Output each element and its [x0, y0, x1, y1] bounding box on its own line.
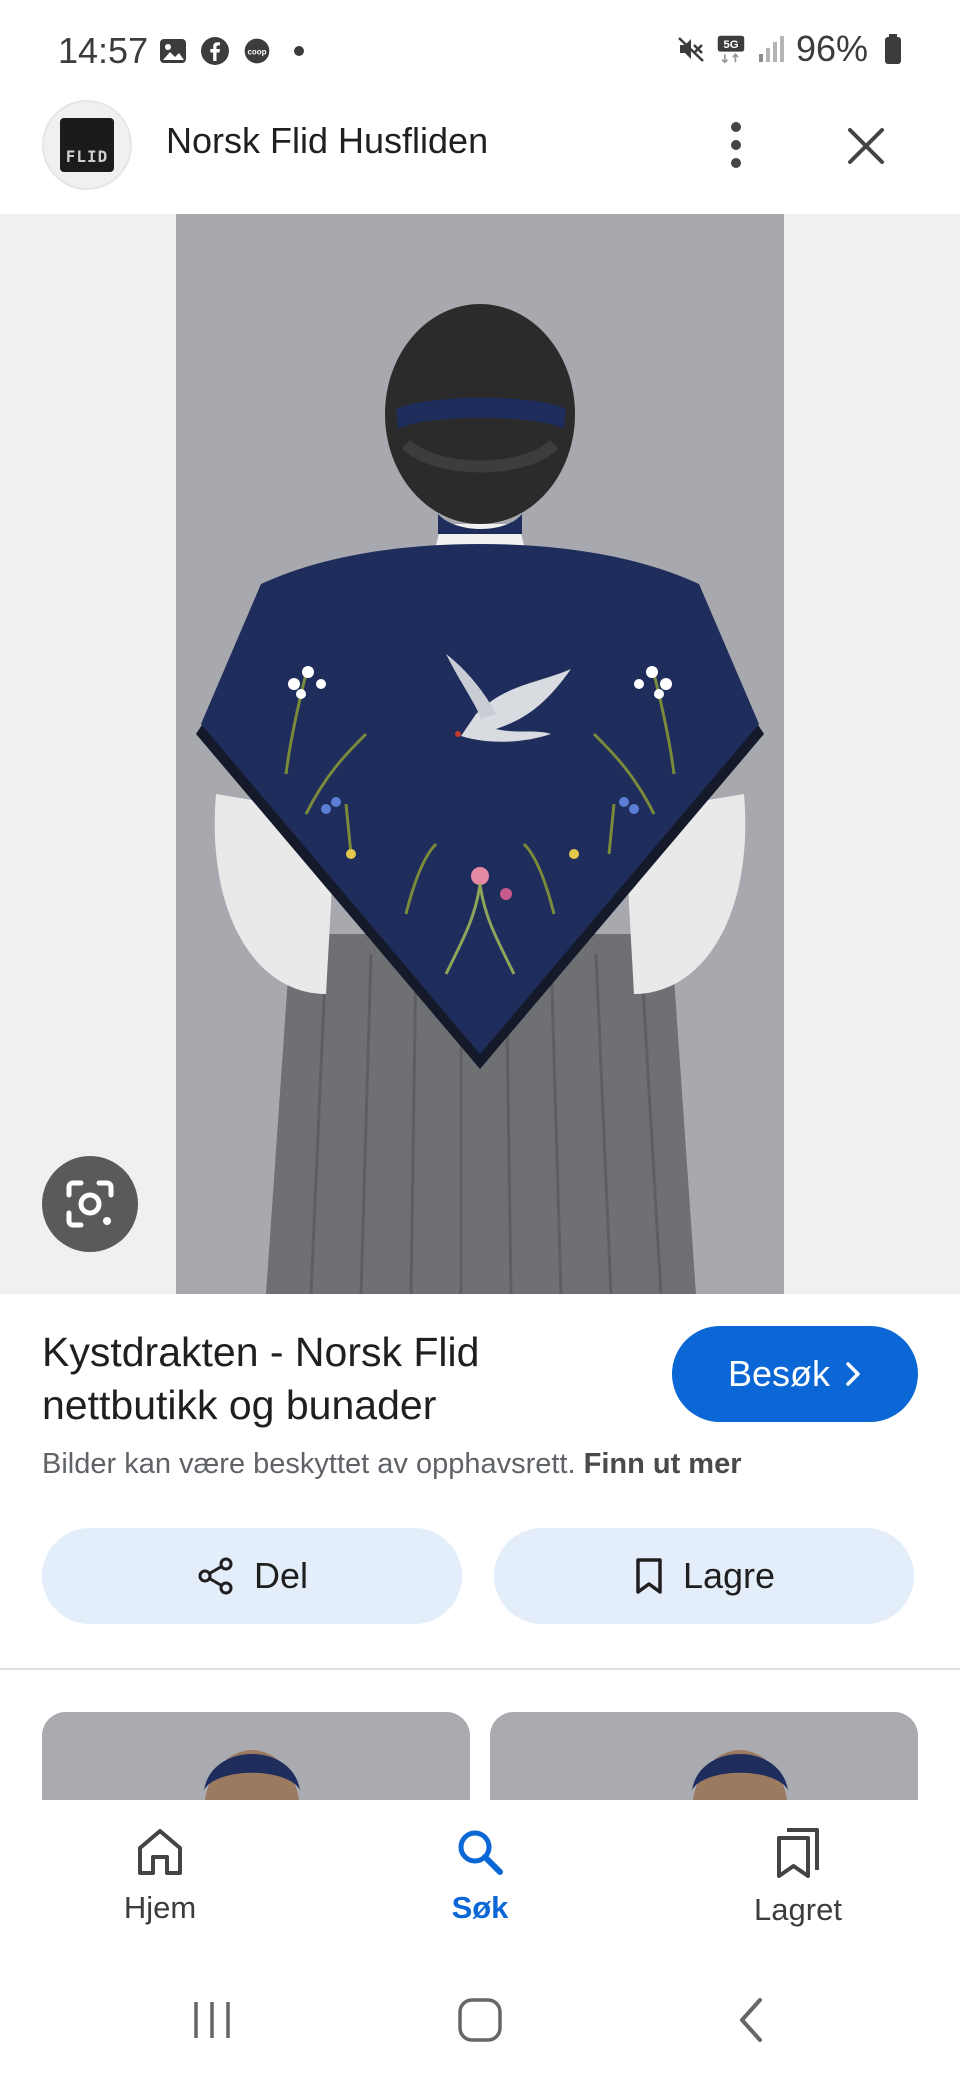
learn-more-link[interactable]: Finn ut mer	[584, 1448, 742, 1480]
save-label: Lagre	[682, 1555, 776, 1596]
copyright-notice: Bilder kan være beskyttet av opphavsrett…	[42, 1448, 742, 1481]
recent-apps-button[interactable]	[172, 1990, 252, 2050]
copyright-text: Bilder kan være beskyttet av opphavsrett…	[42, 1448, 576, 1480]
lens-icon	[66, 1180, 114, 1228]
nav-search[interactable]: Søk	[380, 1826, 580, 1946]
site-logo[interactable]: FLID	[42, 100, 132, 190]
home-system-button[interactable]	[440, 1990, 520, 2050]
battery-icon	[878, 34, 908, 64]
home-square-icon	[458, 1998, 502, 2042]
nav-saved-label: Lagret	[754, 1892, 842, 1927]
more-vert-icon	[731, 122, 741, 168]
network-label: 5G	[723, 39, 738, 51]
coop-icon: coop	[242, 36, 272, 66]
related-image-1[interactable]	[42, 1712, 470, 1812]
section-divider	[0, 1668, 960, 1670]
nav-home-label: Hjem	[123, 1890, 197, 1925]
close-button[interactable]	[838, 118, 894, 174]
battery-percent: 96%	[795, 28, 868, 69]
signal-icon	[756, 34, 786, 64]
back-button[interactable]	[712, 1990, 792, 2050]
bookmark-icon	[636, 1558, 662, 1594]
share-label: Del	[253, 1555, 309, 1596]
recent-apps-icon	[194, 2002, 230, 2038]
google-lens-button[interactable]	[42, 1156, 138, 1252]
mute-icon	[676, 34, 706, 64]
saved-icon	[777, 1828, 819, 1878]
related-photo	[490, 1712, 918, 1812]
save-button[interactable]: Lagre	[494, 1528, 914, 1624]
home-icon	[138, 1829, 182, 1875]
visit-label: Besøk	[727, 1353, 831, 1394]
status-time: 14:57	[58, 30, 149, 71]
related-photo	[42, 1712, 470, 1812]
back-icon	[740, 1998, 762, 2042]
site-logo-text: FLID	[60, 118, 114, 172]
gallery-icon	[158, 36, 188, 66]
share-button[interactable]: Del	[42, 1528, 462, 1624]
image-viewer[interactable]	[0, 214, 960, 1294]
result-title[interactable]: Kystdrakten - Norsk Flid nettbutikk og b…	[42, 1326, 602, 1432]
bottom-navigation: Hjem Søk Lagret	[0, 1800, 960, 1960]
status-bar: 14:57 coop 5G 96%	[0, 0, 960, 100]
notification-dot-icon	[284, 36, 314, 66]
related-image-2[interactable]	[490, 1712, 918, 1812]
share-icon	[198, 1557, 233, 1595]
bunad-photo	[176, 214, 784, 1294]
site-name[interactable]: Norsk Flid Husfliden	[166, 120, 488, 162]
chevron-right-icon	[846, 1362, 860, 1386]
nav-search-label: Søk	[451, 1890, 509, 1925]
more-options-button[interactable]	[714, 110, 758, 180]
visit-button[interactable]: Besøk	[672, 1326, 918, 1422]
system-navigation-bar	[0, 1960, 960, 2080]
nav-saved[interactable]: Lagret	[698, 1826, 898, 1946]
close-icon	[848, 128, 884, 164]
5g-icon: 5G	[716, 34, 746, 64]
status-left-icons: coop	[158, 36, 314, 66]
search-icon	[458, 1830, 503, 1875]
status-right: 5G 96%	[676, 28, 908, 70]
nav-home[interactable]: Hjem	[60, 1826, 260, 1946]
facebook-icon	[200, 36, 230, 66]
svg-text:coop: coop	[248, 48, 267, 57]
main-image[interactable]	[176, 214, 784, 1294]
source-header: FLID Norsk Flid Husfliden	[0, 100, 960, 214]
